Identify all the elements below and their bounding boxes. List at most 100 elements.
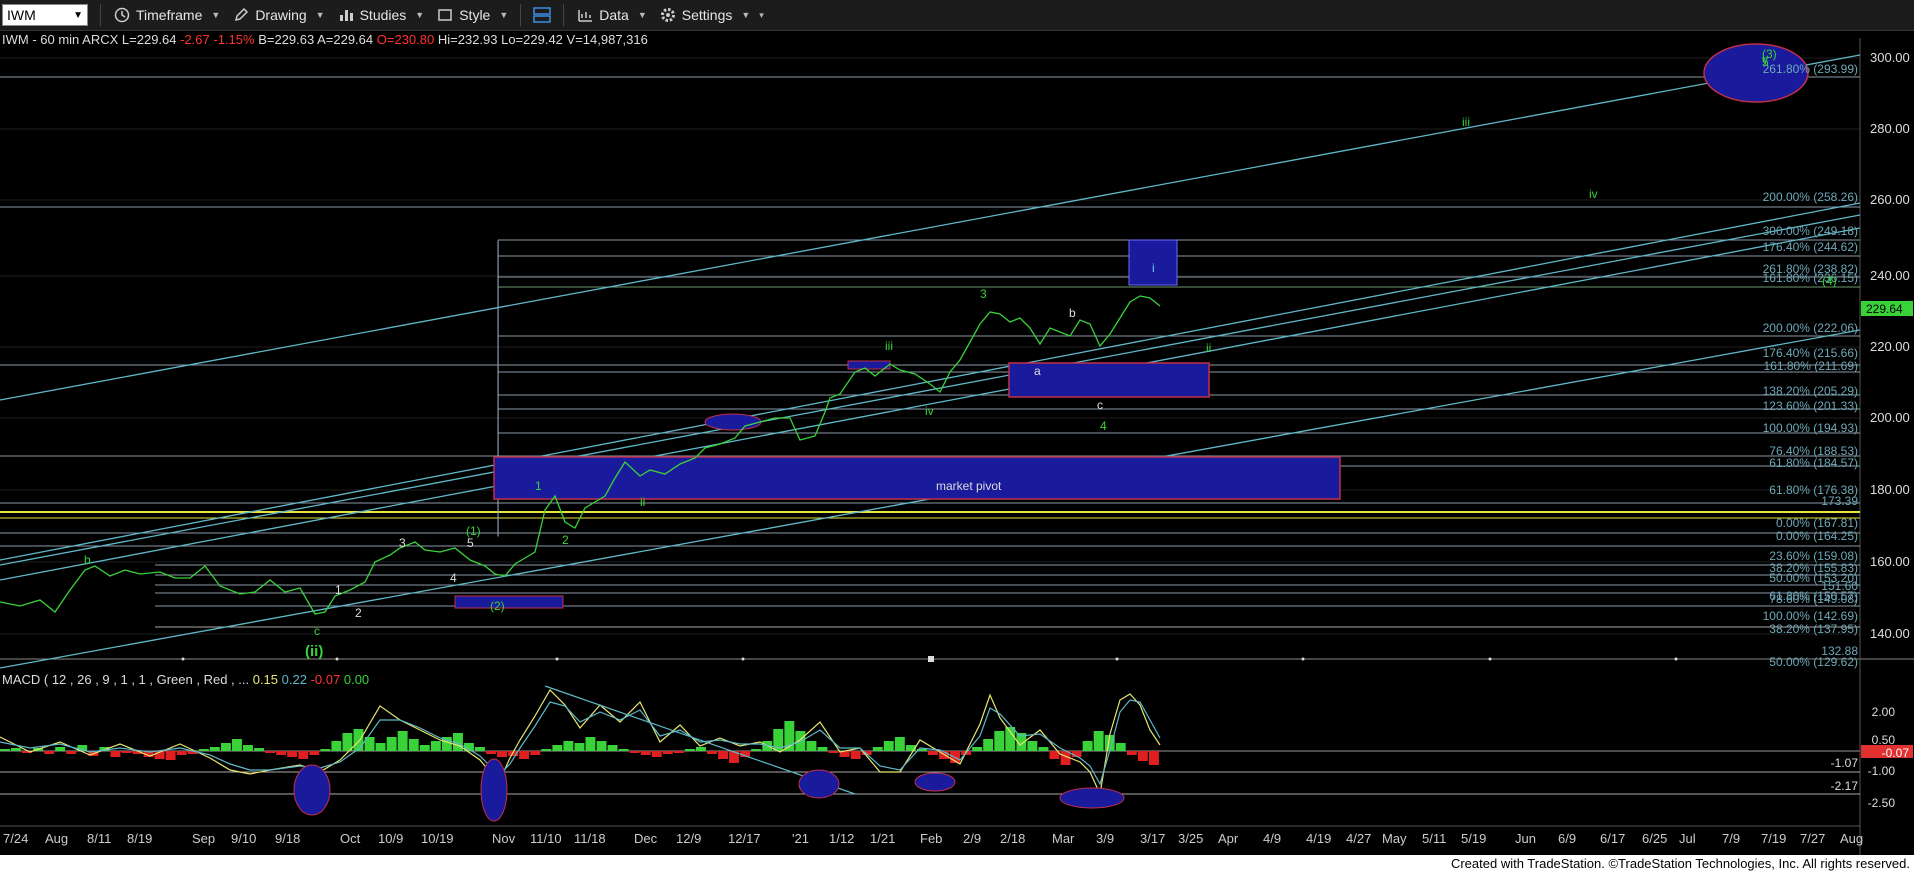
price-tick-label: 280.00 (1870, 121, 1910, 136)
macd-bar (331, 741, 342, 751)
date-tick-label: 10/19 (421, 831, 454, 846)
macd-bar (486, 751, 496, 754)
date-tick-label: 12/17 (728, 831, 761, 846)
copyright-text: Created with TradeStation. ©TradeStation… (1450, 856, 1910, 871)
macd-label: MACD ( 12 , 26 , 9 , 1 , 1 , Green , Red… (2, 672, 253, 687)
wave-label: 1 (335, 583, 342, 597)
date-tick-label: 10/9 (378, 831, 403, 846)
macd-bar (1005, 727, 1016, 751)
wave-label: (2) (490, 599, 505, 613)
macd-bar (276, 751, 287, 755)
fib-label: 173.39 (1821, 494, 1858, 508)
price-tick-label: 220.00 (1870, 339, 1910, 354)
date-tick-label: 9/10 (231, 831, 256, 846)
fib-label: 300.00% (249.18) (1763, 224, 1858, 238)
wave-label: 3 (980, 287, 987, 301)
price-axis[interactable]: 300.00 280.00 260.00 240.00 220.00 200.00 180.… (1870, 50, 1910, 641)
wave-label: (ii) (305, 643, 323, 660)
price-tick-label: 240.00 (1870, 268, 1910, 283)
date-tick-label: 7/24 (3, 831, 28, 846)
macd-tick-label: -2.50 (1868, 796, 1896, 810)
date-tick-label: 3/25 (1178, 831, 1203, 846)
macd-bar (640, 751, 651, 755)
macd-tick-label: -1.07 (1831, 756, 1859, 770)
price-chart[interactable]: 229.64 market pivot 300.00280.00260.0024… (0, 0, 1914, 855)
date-tick-label: Feb (920, 831, 942, 846)
wave-label: 4 (450, 571, 457, 585)
macd-bar (552, 745, 563, 751)
macd-bar (66, 751, 77, 754)
wave-label: c (1097, 398, 1103, 412)
date-tick-label: Oct (340, 831, 361, 846)
fib-label: 176.40% (215.66) (1763, 346, 1858, 360)
fib-label: 176.40% (244.62) (1763, 240, 1858, 254)
fib-label: 50.00% (129.62) (1769, 655, 1858, 669)
macd-tick-label: -2.17 (1831, 779, 1859, 793)
fib-label: 200.00% (222.06) (1763, 321, 1858, 335)
date-tick-label: 3/17 (1140, 831, 1165, 846)
price-tick-label: 200.00 (1870, 410, 1910, 425)
date-tick-label: Aug (1840, 831, 1863, 846)
macd-bar (828, 751, 839, 753)
date-tick-label: 11/10 (530, 831, 562, 846)
fib-label: 261.80% (293.99) (1763, 62, 1858, 76)
date-tick-label: Jul (1679, 831, 1696, 846)
date-tick-label: 3/9 (1096, 831, 1114, 846)
macd-bar (165, 751, 176, 760)
wave-label: v (1762, 53, 1768, 67)
wave-label: (4) (1822, 274, 1837, 288)
trend-channel (0, 54, 1861, 669)
wave-label: 5 (467, 536, 474, 550)
macd-value: 0.15 (252, 672, 279, 687)
date-tick-label: 4/9 (1263, 831, 1281, 846)
macd-bar (883, 741, 894, 751)
date-axis[interactable]: 7/24 Aug 8/11 8/19 Sep 9/10 9/18 Oct 10/9 10/19 No… (3, 831, 1863, 846)
macd-bar (419, 745, 430, 751)
macd-bar (519, 751, 530, 759)
wave-label: iii (1462, 115, 1470, 129)
macd-bar (574, 743, 585, 751)
fib-label: 200.00% (258.26) (1763, 190, 1858, 204)
wave-label: 2 (355, 606, 362, 620)
date-tick-label: 4/19 (1306, 831, 1331, 846)
date-tick-label: 11/18 (574, 831, 606, 846)
wave-label: b (84, 553, 91, 567)
market-pivot-box[interactable] (493, 456, 1341, 500)
date-tick-label: 5/19 (1461, 831, 1486, 846)
macd-bar (254, 748, 264, 751)
macd-bar (530, 751, 541, 755)
macd-bar (176, 751, 187, 755)
macd-bar (1137, 751, 1148, 761)
fib-label: 38.20% (137.95) (1769, 622, 1858, 636)
macd-bar (221, 743, 231, 751)
date-tick-label: 8/11 (87, 831, 111, 846)
macd-bar (353, 729, 364, 751)
macd-bar (1082, 741, 1093, 751)
fib-label: 123.60% (201.33) (1763, 399, 1858, 413)
macd-bar (983, 739, 994, 751)
fib-label: 78.60% (149.08) (1769, 592, 1858, 606)
macd-bar (430, 741, 441, 751)
fib-labels: 261.80% (293.99) 200.00% (258.26) 300.00% … (1763, 62, 1859, 669)
macd-bar (872, 747, 883, 751)
date-tick-label: 6/9 (1558, 831, 1576, 846)
macd-bar (696, 747, 706, 751)
macd-bar (232, 739, 242, 751)
date-tick-label: 7/19 (1761, 831, 1786, 846)
wave-label: b (1069, 306, 1076, 320)
macd-tick-label: 0.50 (1872, 733, 1896, 747)
macd-divergence-ellipses (293, 758, 1125, 822)
wave-label: iii (885, 339, 893, 353)
date-tick-label: 7/27 (1800, 831, 1825, 846)
macd-bar (375, 743, 386, 751)
macd-bar (298, 751, 309, 759)
macd-bar (1027, 741, 1038, 751)
wave-label: 4 (1100, 419, 1107, 433)
macd-tick-label: 2.00 (1872, 705, 1896, 719)
fib-label: 0.00% (164.25) (1776, 529, 1858, 543)
macd-bar (1093, 731, 1104, 751)
price-tick-label: 260.00 (1870, 192, 1910, 207)
macd-bar (408, 739, 419, 751)
date-tick-label: Apr (1218, 831, 1239, 846)
macd-bar (850, 751, 861, 759)
